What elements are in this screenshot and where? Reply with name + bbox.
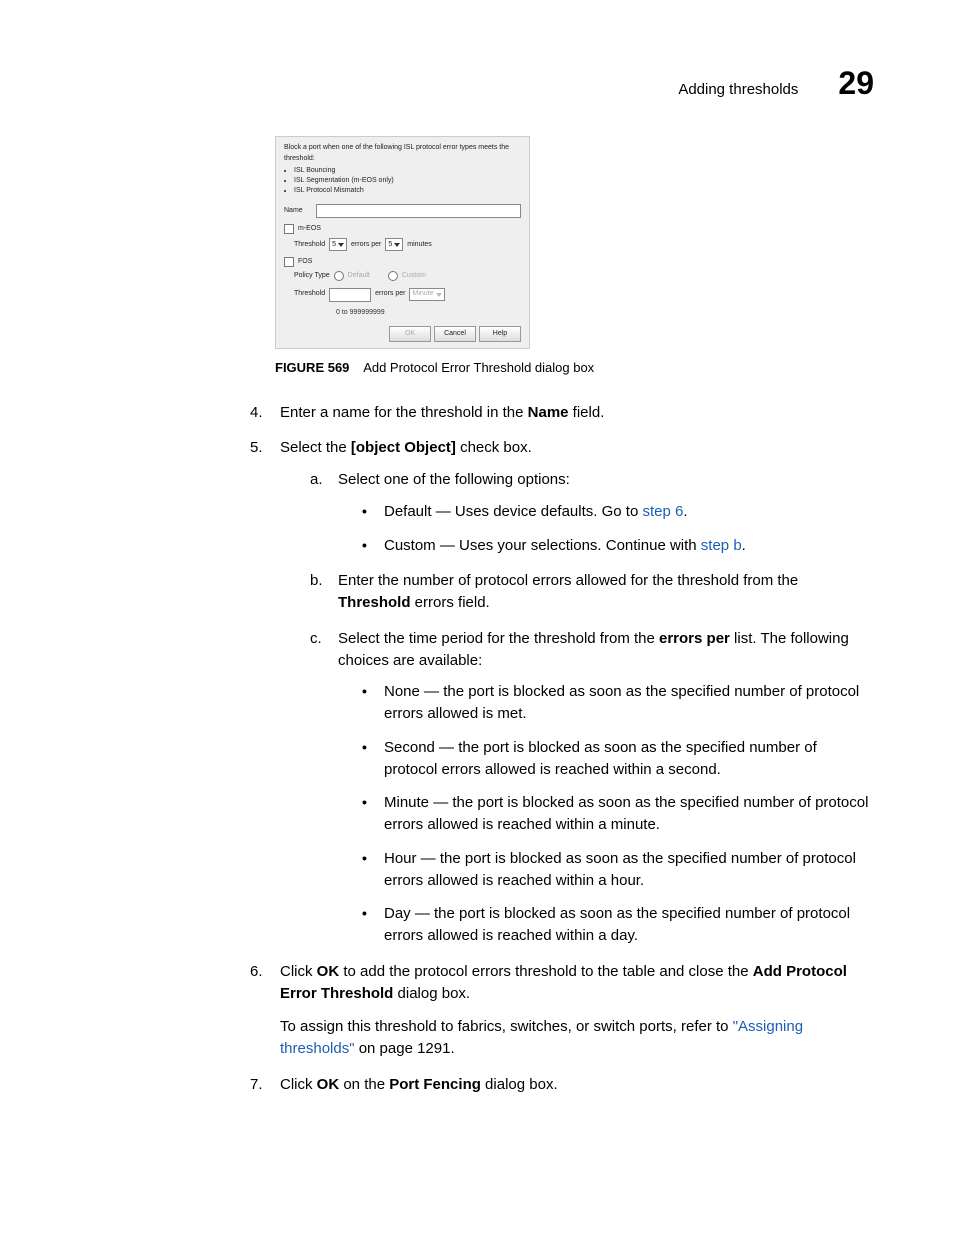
dialog-bullet: ISL Bouncing [294, 166, 521, 176]
header-number: 29 [838, 60, 874, 106]
figure-text: Add Protocol Error Threshold dialog box [363, 360, 594, 375]
dialog-bullet: ISL Segmentation (m-EOS only) [294, 176, 521, 186]
meos-label: m-EOS [298, 224, 321, 234]
meos-checkbox-row: m-EOS [284, 224, 521, 234]
fos-checkbox-row: FOS [284, 257, 521, 267]
dialog-screenshot: Block a port when one of the following I… [275, 136, 530, 348]
fos-section: Policy Type Default Custom Threshold err… [294, 271, 521, 317]
step-6: 6. Click OK to add the protocol errors t… [250, 961, 874, 1060]
page-header: Adding thresholds 29 [80, 60, 874, 106]
step-5c: c. Select the time period for the thresh… [310, 628, 874, 947]
list-item: Minute — the port is blocked as soon as … [362, 792, 874, 836]
dialog-bullets: ISL Bouncing ISL Segmentation (m-EOS onl… [294, 166, 521, 196]
step-5a: a. Select one of the following options: … [310, 469, 874, 556]
fos-policytype-label: Policy Type [294, 271, 330, 281]
substeps: a. Select one of the following options: … [310, 469, 874, 947]
step-5b: b. Enter the number of protocol errors a… [310, 570, 874, 614]
list-item: Hour — the port is blocked as soon as th… [362, 848, 874, 892]
list-item: Day — the port is blocked as soon as the… [362, 903, 874, 947]
name-row: Name [284, 204, 521, 218]
dialog-bullet: ISL Protocol Mismatch [294, 186, 521, 196]
dialog-intro: Block a port when one of the following I… [284, 143, 521, 163]
cancel-button[interactable]: Cancel [434, 326, 476, 342]
option-default: Default — Uses device defaults. Go to st… [362, 501, 874, 523]
fos-checkbox[interactable] [284, 257, 294, 267]
figure-label: FIGURE 569 [275, 360, 349, 375]
list-item: Second — the port is blocked as soon as … [362, 737, 874, 781]
dialog-buttons: OK Cancel Help [284, 326, 521, 342]
ok-button[interactable]: OK [389, 326, 431, 342]
fos-default-radio[interactable] [334, 271, 344, 281]
meos-errors-per: errors per [351, 240, 381, 250]
meos-threshold-label: Threshold [294, 240, 325, 250]
link-stepb[interactable]: step b [701, 537, 742, 554]
chevron-down-icon [436, 293, 442, 297]
name-label: Name [284, 206, 312, 216]
list-item: None — the port is blocked as soon as th… [362, 681, 874, 725]
step-4: 4. Enter a name for the threshold in the… [250, 402, 874, 424]
step-5c-items: None — the port is blocked as soon as th… [362, 681, 874, 947]
steps-list: 4. Enter a name for the threshold in the… [250, 402, 874, 1096]
step-6-para: To assign this threshold to fabrics, swi… [280, 1016, 874, 1060]
fos-default-label: Default [348, 271, 370, 281]
fos-errors-per: errors per [375, 289, 405, 299]
fos-hint: 0 to 999999999 [336, 308, 521, 318]
step-7: 7. Click OK on the Port Fencing dialog b… [250, 1074, 874, 1096]
fos-custom-label: Custom [402, 271, 426, 281]
fos-unit-select[interactable]: Minute [409, 288, 444, 301]
fos-threshold-input[interactable] [329, 288, 371, 302]
header-title: Adding thresholds [678, 79, 798, 101]
step-5a-options: Default — Uses device defaults. Go to st… [362, 501, 874, 557]
option-custom: Custom — Uses your selections. Continue … [362, 535, 874, 557]
chevron-down-icon [338, 243, 344, 247]
figure-caption: FIGURE 569 Add Protocol Error Threshold … [275, 359, 874, 378]
meos-per-select[interactable]: 5 [385, 238, 403, 251]
meos-section: Threshold 5 errors per 5 minutes [294, 238, 521, 251]
fos-label: FOS [298, 257, 312, 267]
fos-custom-radio[interactable] [388, 271, 398, 281]
link-step6[interactable]: step 6 [642, 503, 683, 520]
step-5: 5. Select the [object Object] check box.… [250, 437, 874, 947]
help-button[interactable]: Help [479, 326, 521, 342]
chevron-down-icon [394, 243, 400, 247]
meos-checkbox[interactable] [284, 224, 294, 234]
meos-minutes: minutes [407, 240, 432, 250]
name-input[interactable] [316, 204, 521, 218]
meos-threshold-select[interactable]: 5 [329, 238, 347, 251]
page: Adding thresholds 29 Block a port when o… [0, 0, 954, 1235]
fos-threshold-label: Threshold [294, 289, 325, 299]
